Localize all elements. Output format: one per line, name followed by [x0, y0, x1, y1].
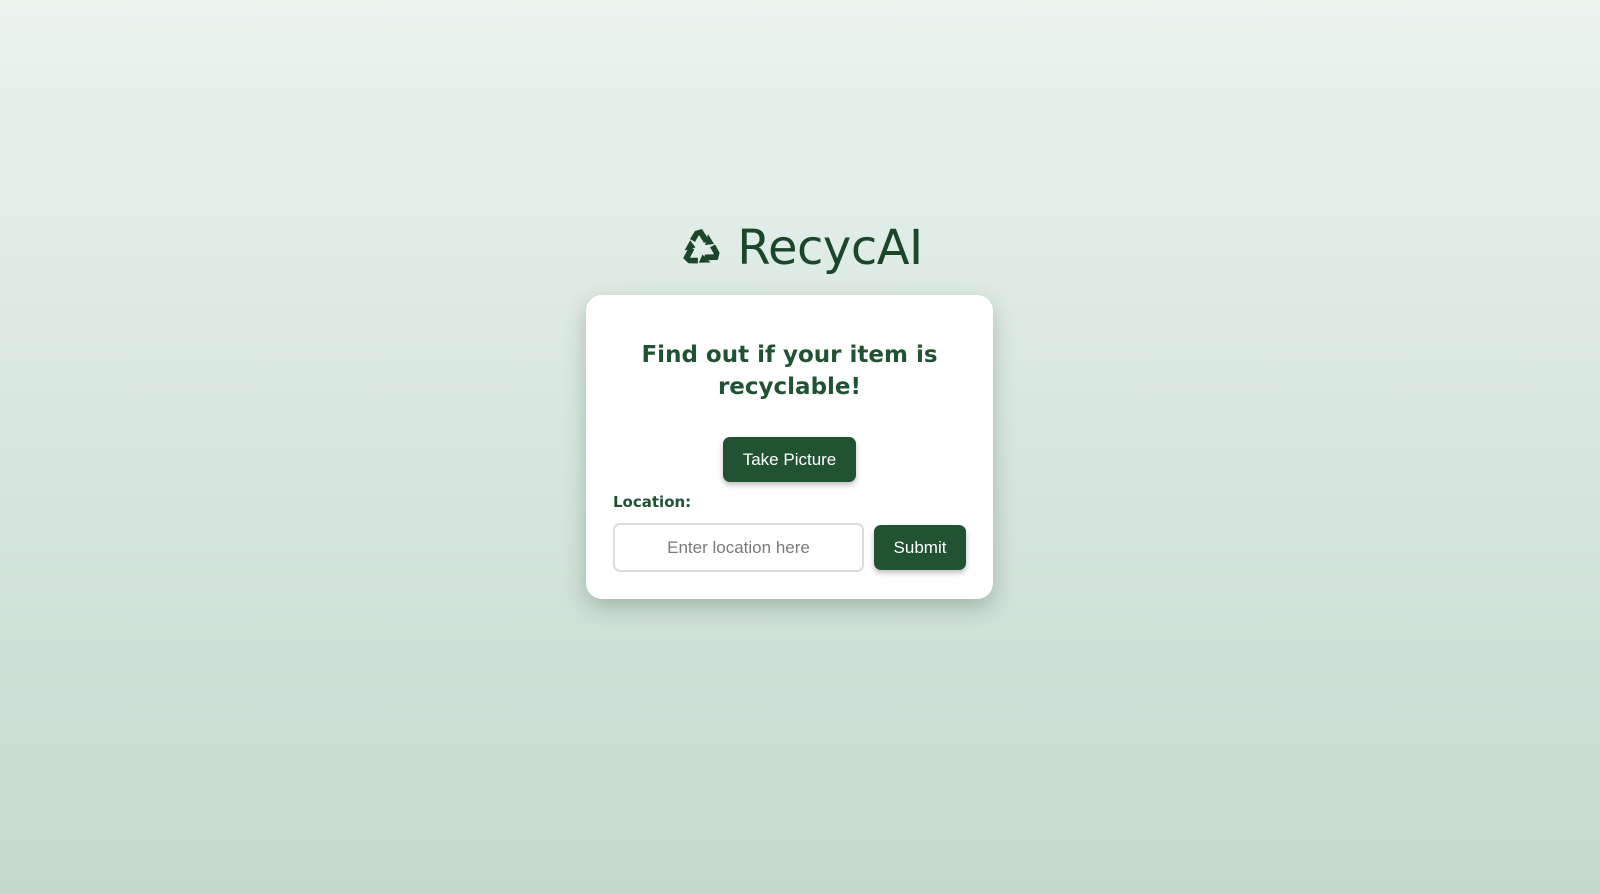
- location-label: Location:: [613, 493, 692, 511]
- recycle-icon: [677, 224, 725, 272]
- take-picture-button[interactable]: Take Picture: [723, 437, 856, 482]
- card-title: Find out if your item is recyclable!: [641, 342, 938, 400]
- app-header: RecycAI: [0, 218, 1600, 278]
- submit-button[interactable]: Submit: [874, 525, 966, 570]
- app-title: RecycAI: [737, 220, 923, 276]
- location-input[interactable]: [613, 523, 864, 572]
- recycle-check-card: Find out if your item is recyclable! Tak…: [586, 295, 993, 599]
